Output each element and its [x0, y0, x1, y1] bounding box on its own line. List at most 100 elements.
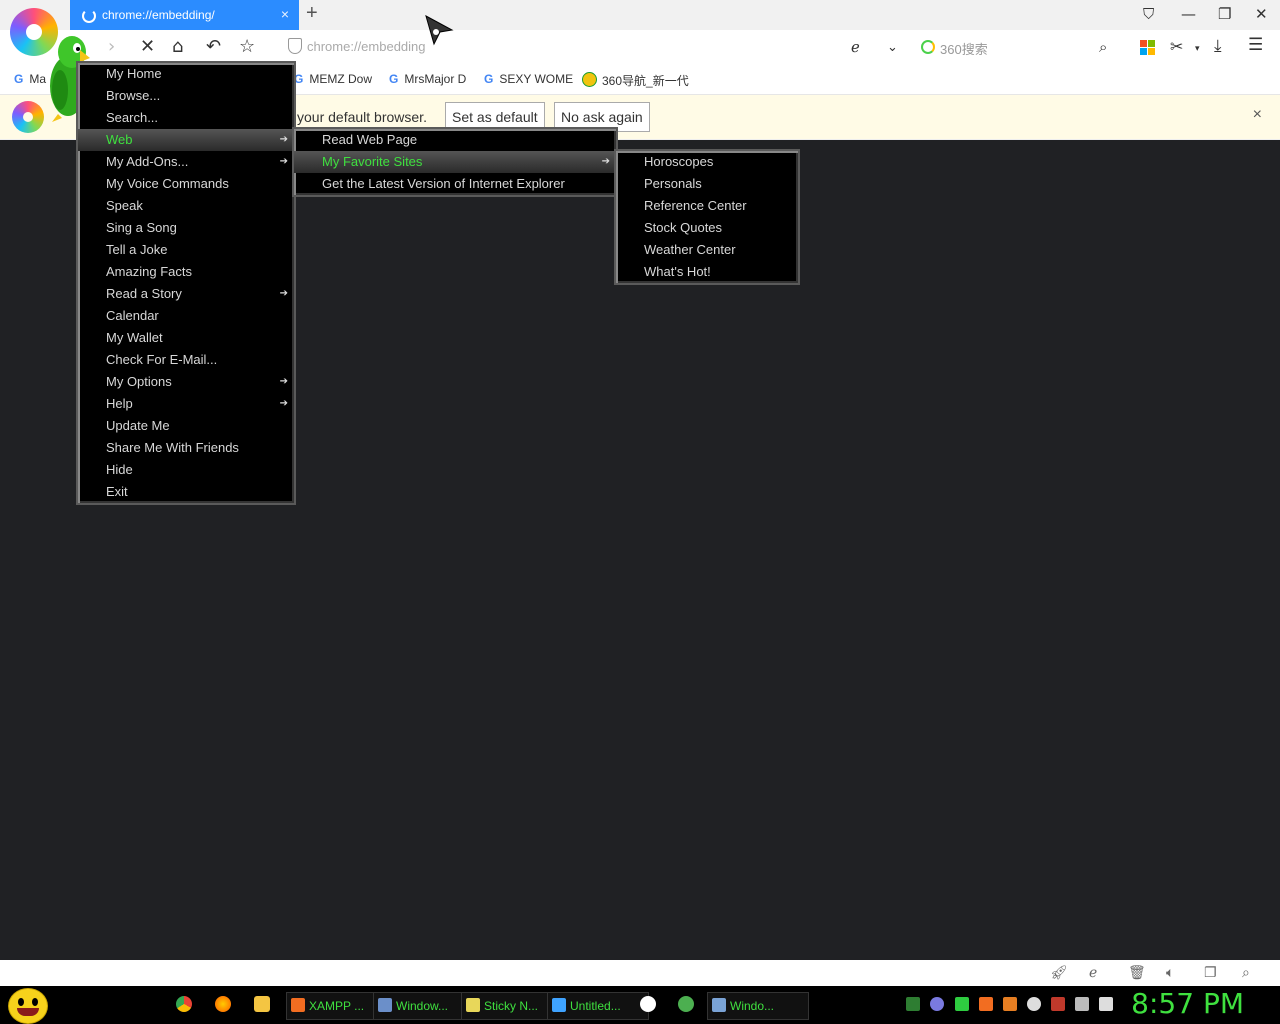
undo-icon[interactable]: ↶ [206, 36, 221, 57]
window-icon[interactable]: ❐ [1204, 965, 1217, 981]
tray-search-icon[interactable] [1003, 997, 1017, 1011]
ie-icon[interactable]: ℯ [1089, 965, 1097, 981]
search-icon[interactable]: ⌕ [1099, 38, 1107, 56]
scissors-icon[interactable]: ✂ [1170, 37, 1183, 56]
menu-item-my-add-ons[interactable]: My Add-Ons... ➔ [78, 151, 294, 173]
menu-item-my-voice-commands[interactable]: My Voice Commands [78, 173, 294, 195]
web-menu-item-read-web-page[interactable]: Read Web Page [294, 129, 616, 151]
favorites-item-stock-quotes[interactable]: Stock Quotes [616, 217, 798, 239]
apps-icon[interactable] [1140, 40, 1155, 55]
menu-item-update-me[interactable]: Update Me [78, 415, 294, 437]
favorites-item-personals[interactable]: Personals [616, 173, 798, 195]
home-icon[interactable]: ⌂ [172, 36, 183, 57]
tray-xampp-icon[interactable] [979, 997, 993, 1011]
chevron-down-icon[interactable]: ⌄ [887, 40, 898, 55]
menu-item-read-a-story[interactable]: Read a Story ➔ [78, 283, 294, 305]
bookmark-item[interactable]: G Ma [14, 72, 46, 86]
favorites-item-reference-center[interactable]: Reference Center [616, 195, 798, 217]
menu-item-label: My Wallet [106, 330, 163, 345]
tray-app-icon[interactable] [930, 997, 944, 1011]
menu-item-calendar[interactable]: Calendar [78, 305, 294, 327]
menu-item-label: Weather Center [644, 242, 736, 257]
skin-icon[interactable]: ⛉ [1143, 5, 1154, 23]
menu-icon[interactable]: ☰ [1248, 35, 1263, 55]
menu-item-my-wallet[interactable]: My Wallet [78, 327, 294, 349]
active-tab[interactable]: chrome://embedding/ × [70, 0, 299, 30]
close-window-icon[interactable]: ✕ [1255, 5, 1268, 23]
menu-item-my-home[interactable]: My Home [78, 63, 294, 85]
menu-item-browse[interactable]: Browse... [78, 85, 294, 107]
menu-item-web[interactable]: Web ➔ [78, 129, 294, 151]
forward-icon[interactable]: › [108, 36, 115, 57]
smiley-start-icon[interactable] [8, 988, 48, 1024]
ie-compat-icon[interactable]: ℯ [851, 38, 860, 56]
menu-item-label: My Favorite Sites [322, 154, 423, 169]
tab-close-icon[interactable]: × [281, 6, 289, 22]
menu-item-label: Browse... [106, 88, 161, 103]
bookmark-item[interactable]: G MrsMajor D [389, 72, 466, 86]
star-icon[interactable]: ☆ [239, 36, 255, 57]
tray-flag-icon[interactable] [1051, 997, 1065, 1011]
bookmark-item[interactable]: G SEXY WOME [484, 72, 573, 86]
favorites-item-what-s-hot[interactable]: What's Hot! [616, 261, 798, 283]
submenu-arrow-icon: ➔ [279, 376, 288, 387]
menu-item-help[interactable]: Help ➔ [78, 393, 294, 415]
speaker-icon[interactable]: 🔈︎ [1166, 965, 1174, 981]
tray-tree-icon[interactable] [906, 997, 920, 1011]
menu-item-label: Tell a Joke [106, 242, 168, 257]
bookmark-item[interactable]: 360导航_新一代 [582, 72, 689, 89]
rocket-icon[interactable]: 🚀︎ [1050, 965, 1068, 981]
menu-item-share-me-with-friends[interactable]: Share Me With Friends [78, 437, 294, 459]
mouse-cursor-icon [425, 14, 454, 46]
web-menu-item-get-the-latest-version-of-internet-explorer[interactable]: Get the Latest Version of Internet Explo… [294, 173, 616, 195]
menu-item-label: Search... [106, 110, 159, 125]
download-icon[interactable]: ⤓ [1214, 36, 1222, 56]
bookmark-item[interactable]: G MEMZ Dow [294, 72, 372, 86]
new-tab-button[interactable]: + [306, 2, 318, 25]
menu-item-speak[interactable]: Speak [78, 195, 294, 217]
web-menu-item-my-favorite-sites[interactable]: My Favorite Sites ➔ [294, 151, 616, 173]
menu-item-exit[interactable]: Exit [78, 481, 294, 503]
folder-icon[interactable] [254, 996, 270, 1012]
menu-item-label: Reference Center [644, 198, 747, 213]
tray-volume-icon[interactable] [1099, 997, 1113, 1011]
menu-item-my-options[interactable]: My Options ➔ [78, 371, 294, 393]
menu-item-sing-a-song[interactable]: Sing a Song [78, 217, 294, 239]
chrome-icon[interactable] [176, 996, 192, 1012]
favorites-item-weather-center[interactable]: Weather Center [616, 239, 798, 261]
menu-item-search[interactable]: Search... [78, 107, 294, 129]
taskbar-clock[interactable]: 8:57 PM [1131, 987, 1244, 1020]
menu-item-check-for-e-mail[interactable]: Check For E-Mail... [78, 349, 294, 371]
minimize-icon[interactable]: — [1181, 5, 1196, 23]
360-search-icon [921, 40, 935, 54]
google-icon: G [484, 72, 494, 86]
browser-status-bar: 🚀︎ ℯ 🗑︎ 🔈︎ ❐ ⌕ [0, 960, 1280, 986]
close-icon[interactable]: × [1253, 106, 1262, 124]
trash-icon[interactable]: 🗑︎ [1128, 965, 1146, 981]
firefox-icon[interactable] [215, 996, 231, 1012]
tray-green-icon[interactable] [955, 997, 969, 1011]
taskbar: XAMPP ... Window... Sticky N... Untitled...… [0, 986, 1280, 1024]
restore-icon[interactable]: ❐ [1218, 5, 1231, 23]
stop-icon[interactable]: ✕ [140, 36, 155, 57]
menu-item-label: Read a Story [106, 286, 182, 301]
menu-item-hide[interactable]: Hide [78, 459, 294, 481]
menu-item-amazing-facts[interactable]: Amazing Facts [78, 261, 294, 283]
favorites-item-horoscopes[interactable]: Horoscopes [616, 151, 798, 173]
search-input[interactable]: 360搜索 [940, 39, 988, 58]
taskbar-task[interactable]: Windo... [707, 992, 809, 1020]
address-bar[interactable]: chrome://embedding [307, 39, 426, 54]
submenu-arrow-icon: ➔ [279, 134, 288, 145]
menu-item-tell-a-joke[interactable]: Tell a Joke [78, 239, 294, 261]
360-browser-icon[interactable] [678, 996, 694, 1012]
taskbar-task[interactable]: Untitled... [547, 992, 649, 1020]
submenu-arrow-icon: ➔ [279, 156, 288, 167]
tray-network-icon[interactable] [1075, 997, 1089, 1011]
tray-minus-icon[interactable] [1027, 997, 1041, 1011]
submenu-arrow-icon: ➔ [279, 398, 288, 409]
menu-item-label: My Voice Commands [106, 176, 229, 191]
zoom-icon[interactable]: ⌕ [1242, 965, 1250, 981]
favorite-sites-submenu: Horoscopes Personals Reference Center Stock… [614, 149, 800, 285]
dropdown-icon[interactable]: ▾ [1195, 44, 1200, 54]
yandex-icon[interactable] [640, 996, 656, 1012]
